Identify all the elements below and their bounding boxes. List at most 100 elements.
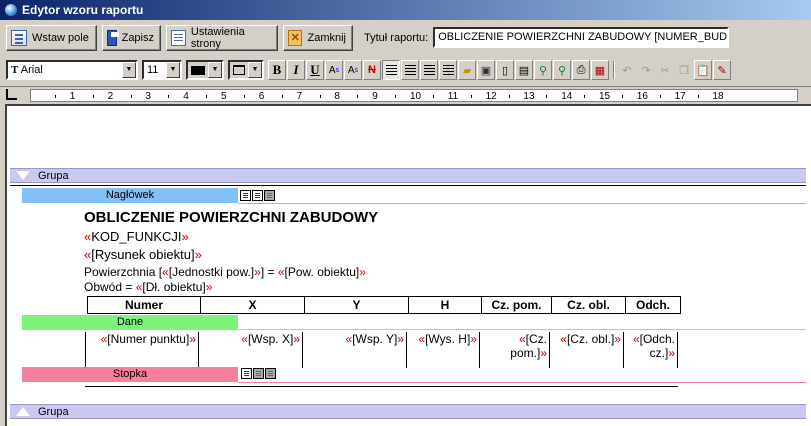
column-header[interactable]: H [408, 296, 482, 314]
insert-field-button[interactable]: Wstaw pole [6, 24, 97, 51]
cut-icon[interactable]: ✂ [656, 60, 674, 80]
ruler-number: 16 [636, 91, 648, 102]
save-icon[interactable]: ▣ [477, 60, 495, 80]
ruler-tick [168, 95, 170, 98]
data-field-cell[interactable]: [Wys. H] [406, 332, 479, 368]
tab-stop-icon[interactable] [6, 89, 17, 100]
area-value-field[interactable]: [Pow. obiektu] [278, 265, 366, 279]
superscript-icon[interactable]: As [325, 60, 343, 80]
ruler-tick [697, 95, 699, 98]
column-header-table: Numer X Y H Cz. pom. Cz. obl. Odch. [87, 296, 681, 314]
ruler-tick [508, 95, 510, 98]
report-canvas[interactable]: Grupa Nagłówek OBLICZENIE POWIERZCHNI ZA… [5, 104, 811, 426]
format-painter-icon[interactable]: ✎ [713, 60, 731, 80]
data-section-tab[interactable]: Dane [22, 315, 238, 330]
group-band-top[interactable]: Grupa [10, 168, 806, 183]
column-header[interactable]: Y [304, 296, 409, 314]
section-icon[interactable] [264, 190, 275, 201]
open-folder-icon[interactable]: ▰ [458, 60, 476, 80]
expand-triangle-icon[interactable] [16, 407, 30, 416]
report-title-input[interactable]: OBLICZENIE POWIERZCHNI ZABUDOWY [NUMER_B… [433, 27, 730, 48]
underline-button[interactable]: U [306, 60, 324, 80]
section-icon[interactable] [253, 368, 264, 379]
align-right-icon[interactable] [439, 60, 457, 80]
ruler-tick [584, 95, 586, 98]
save-button[interactable]: Zapisz [102, 24, 161, 51]
font-name-select[interactable]: T Arial ▼ [6, 60, 138, 80]
column-header[interactable]: Odch. [625, 296, 681, 314]
ruler-tick [432, 95, 434, 98]
subscript-icon[interactable]: As [344, 60, 362, 80]
ruler-tick [206, 95, 208, 98]
font-size-select[interactable]: 11 ▼ [142, 60, 182, 80]
data-field-cell[interactable]: [Cz. obl.] [549, 332, 623, 368]
column-header[interactable]: Cz. obl. [551, 296, 626, 314]
ruler-tick [243, 95, 245, 98]
footer-tab-icons [241, 368, 277, 379]
section-icon[interactable] [241, 368, 252, 379]
ruler[interactable]: 1 2 3 4 5 6 7 8 9 10 11 12 13 14 15 16 17 18 [0, 86, 811, 103]
border-icon [233, 65, 245, 75]
section-icon[interactable] [252, 190, 263, 201]
app-globe-icon [4, 3, 18, 17]
data-field-cell[interactable]: [Wsp. X] [198, 332, 302, 368]
align-justify-icon[interactable] [420, 60, 438, 80]
report-title-label: Tytuł raportu: [364, 31, 429, 44]
data-field-cell[interactable]: [Cz. pom.] [479, 332, 549, 368]
data-field-cell[interactable]: [Numer punktu] [85, 332, 198, 368]
report-title-text: OBLICZENIE POWIERZCHNI ZABUDOWY [84, 209, 379, 226]
collapse-triangle-icon[interactable] [16, 171, 30, 180]
ruler-number: 12 [485, 91, 497, 102]
area-unit-field[interactable]: [Jednostki pow.] [162, 265, 261, 279]
print-icon[interactable]: ⎙ [572, 60, 590, 80]
window-title: Edytor wzoru raportu [22, 3, 144, 17]
zoom-in-icon[interactable]: ⚲ [534, 60, 552, 80]
group-band-bottom[interactable]: Grupa [10, 404, 806, 419]
page-icon[interactable]: ▯ [496, 60, 514, 80]
data-field-cell[interactable]: [Wsp. Y] [302, 332, 406, 368]
page-settings-button[interactable]: Ustawienia strony [166, 24, 278, 51]
ruler-number: 2 [107, 91, 114, 102]
chevron-down-icon: ▼ [166, 62, 180, 78]
font-color-select[interactable]: ▼ [186, 60, 224, 80]
undo-icon[interactable]: ↶ [618, 60, 636, 80]
strikethrough-icon[interactable]: N [363, 60, 381, 80]
footer-section-tab[interactable]: Stopka [22, 367, 238, 382]
drawing-field[interactable]: [Rysunek obiektu] [84, 247, 202, 262]
italic-button[interactable]: I [287, 60, 305, 80]
column-header[interactable]: Cz. pom. [481, 296, 552, 314]
ruler-tick [395, 95, 397, 98]
column-header[interactable]: X [200, 296, 305, 314]
close-button[interactable]: ✕ Zamknij [283, 24, 353, 51]
chevron-down-icon: ▼ [122, 62, 136, 78]
bold-button[interactable]: B [268, 60, 286, 80]
align-center-icon[interactable] [401, 60, 419, 80]
perimeter-field[interactable]: [Dł. obiektu] [136, 280, 213, 294]
zoom-out-icon[interactable]: ⚲ [553, 60, 571, 80]
section-icon[interactable] [265, 368, 276, 379]
window-titlebar: Edytor wzoru raportu [0, 0, 811, 20]
ruler-number: 9 [372, 91, 378, 102]
data-field-cell[interactable]: [Odch. cz.] [623, 332, 678, 368]
copy-icon[interactable]: ❐ [675, 60, 693, 80]
paste-icon[interactable]: 📋 [694, 60, 712, 80]
border-select[interactable]: ▼ [228, 60, 264, 80]
page-list-icon[interactable]: ▤ [515, 60, 533, 80]
band-divider [10, 185, 806, 186]
ruler-tick [357, 95, 359, 98]
section-icon[interactable] [240, 190, 251, 201]
ruler-tick [92, 95, 94, 98]
ruler-number: 4 [183, 91, 189, 102]
redo-icon[interactable]: ↷ [637, 60, 655, 80]
ruler-tick [470, 95, 472, 98]
color-swatch [191, 65, 205, 75]
print-preview-icon[interactable]: ▦ [591, 60, 609, 80]
ruler-number: 1 [69, 91, 76, 102]
area-line: Powierzchnia [[Jednostki pow.]] = [Pow. … [84, 265, 366, 279]
header-section-tab[interactable]: Nagłówek [22, 188, 238, 203]
column-header[interactable]: Numer [87, 296, 201, 314]
function-code-field[interactable]: KOD_FUNKCJI [84, 229, 189, 244]
ruler-number: 15 [599, 91, 611, 102]
align-left-icon[interactable] [382, 60, 400, 80]
ruler-scale: 1 2 3 4 5 6 7 8 9 10 11 12 13 14 15 16 17 18 [30, 89, 798, 102]
